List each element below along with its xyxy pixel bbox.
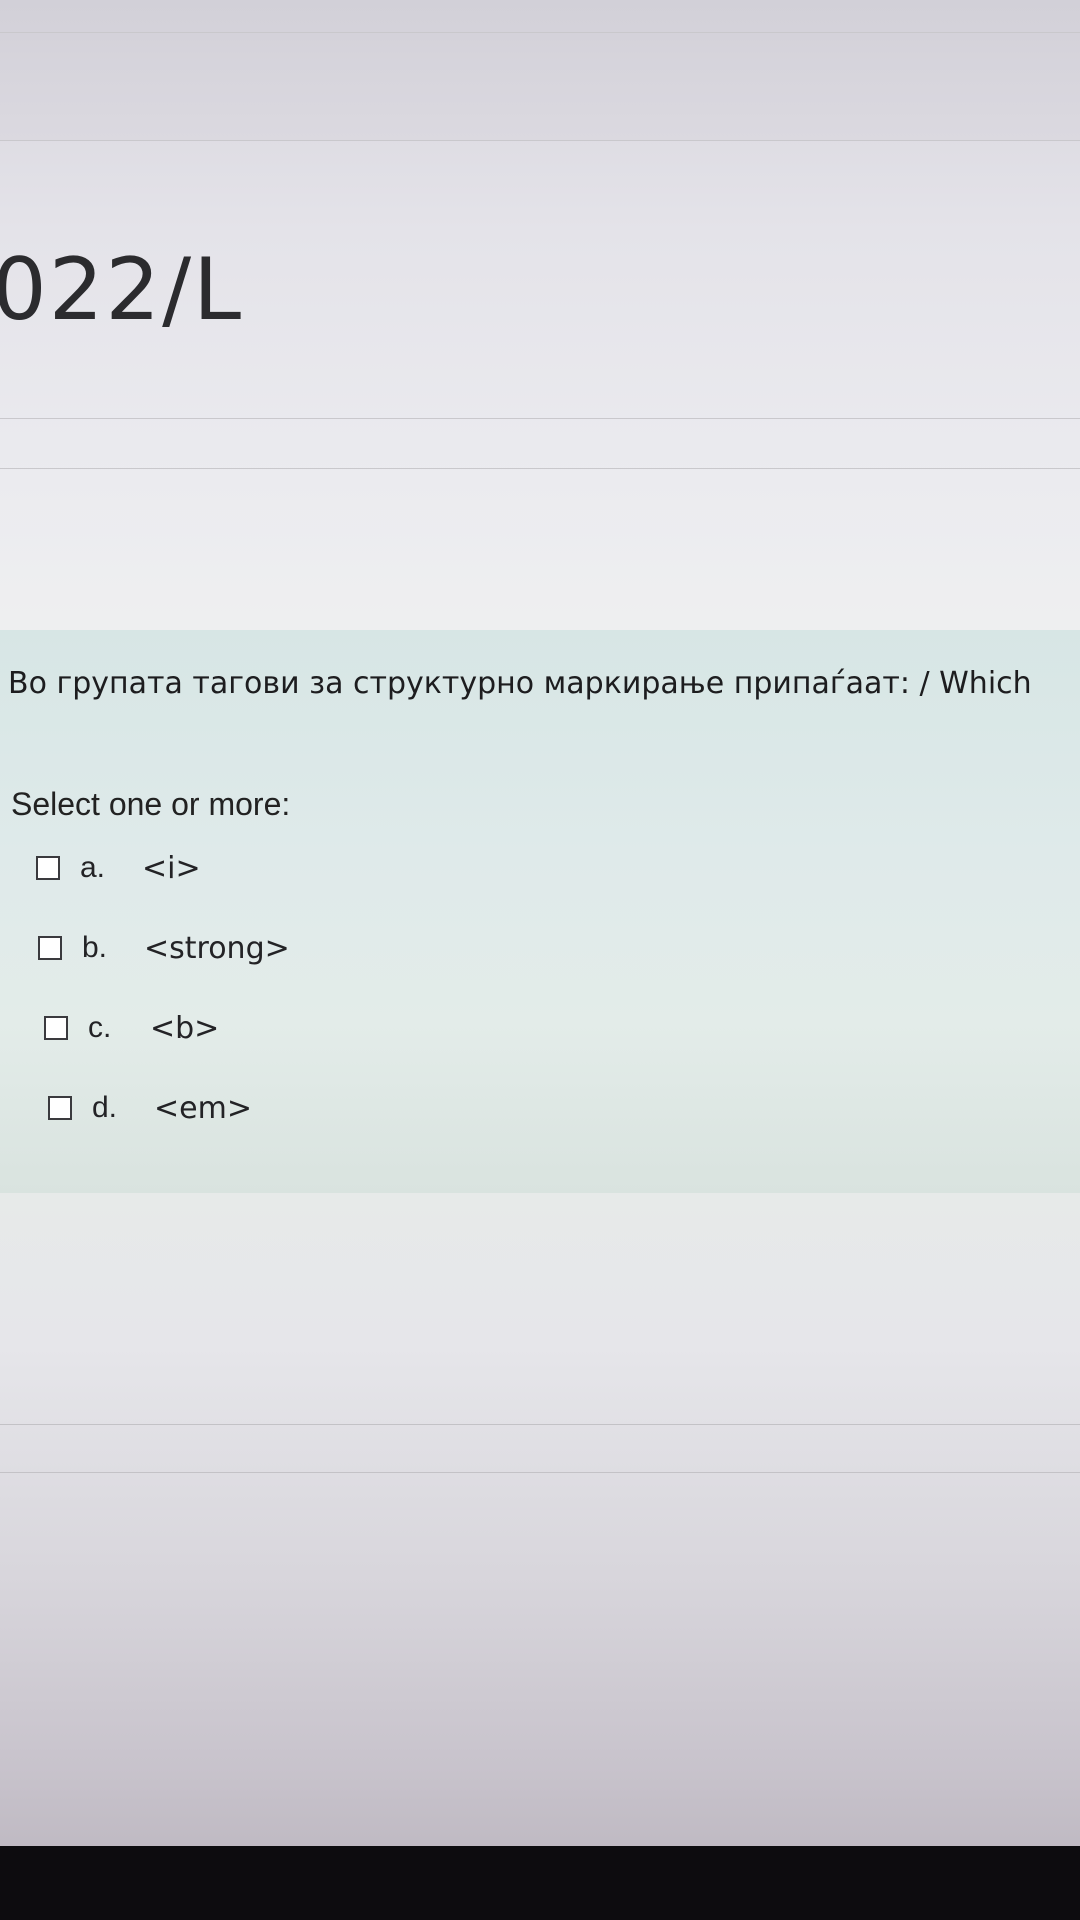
answer-option-b[interactable]: b. <strong>	[38, 926, 290, 970]
option-letter: b.	[82, 931, 108, 964]
divider	[0, 468, 1080, 469]
checkbox-d[interactable]	[48, 1096, 72, 1120]
divider	[0, 418, 1080, 419]
option-text: <b>	[150, 1010, 220, 1046]
select-prompt: Select one or more:	[11, 786, 291, 822]
answer-option-c[interactable]: c. <b>	[44, 1006, 219, 1050]
option-letter: d.	[92, 1091, 118, 1124]
checkbox-c[interactable]	[44, 1016, 68, 1040]
checkbox-a[interactable]	[36, 856, 60, 880]
screen-bezel	[0, 1846, 1080, 1920]
option-text: <em>	[154, 1090, 252, 1126]
question-text: Во групата тагови за структурно маркирањ…	[8, 666, 1032, 701]
divider	[0, 1472, 1080, 1473]
answer-option-a[interactable]: a. <i>	[36, 846, 201, 890]
answer-option-d[interactable]: d. <em>	[48, 1086, 252, 1130]
option-text: <i>	[142, 850, 201, 886]
option-letter: a.	[80, 851, 106, 884]
checkbox-b[interactable]	[38, 936, 62, 960]
divider	[0, 1424, 1080, 1425]
course-title: 022/L	[0, 240, 244, 340]
top-band	[0, 0, 1080, 140]
option-letter: c.	[88, 1011, 112, 1044]
option-text: <strong>	[144, 930, 290, 966]
divider	[0, 32, 1080, 33]
divider	[0, 140, 1080, 141]
